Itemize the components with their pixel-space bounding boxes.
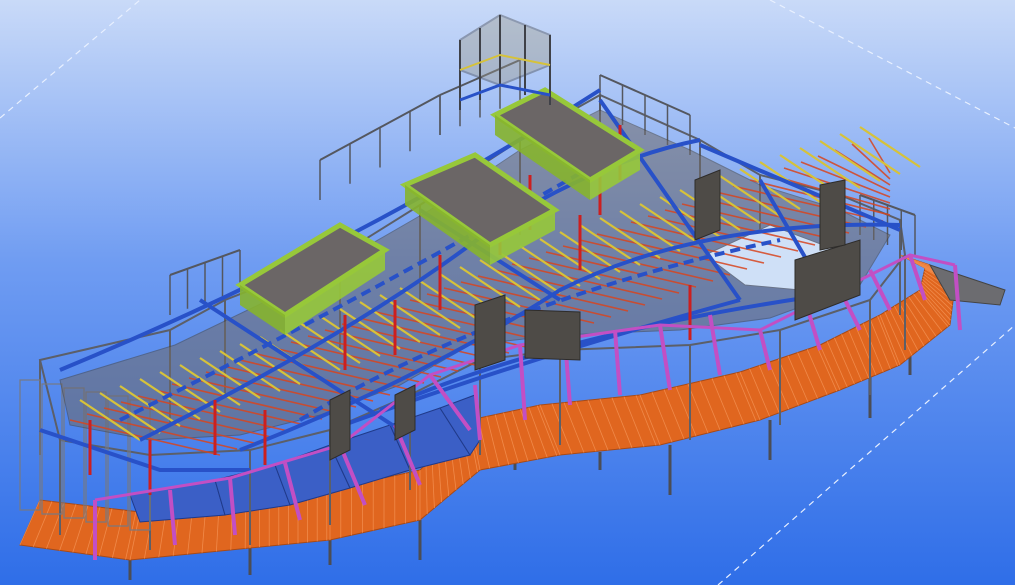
shear-wall (819, 179, 846, 251)
shear-wall (329, 389, 351, 461)
structural-model-canvas[interactable] (0, 0, 1015, 585)
shear-wall (474, 294, 506, 371)
shear-wall (524, 309, 581, 361)
3d-model-viewport[interactable] (0, 0, 1015, 585)
shear-wall (694, 169, 721, 241)
shear-wall (394, 384, 416, 441)
